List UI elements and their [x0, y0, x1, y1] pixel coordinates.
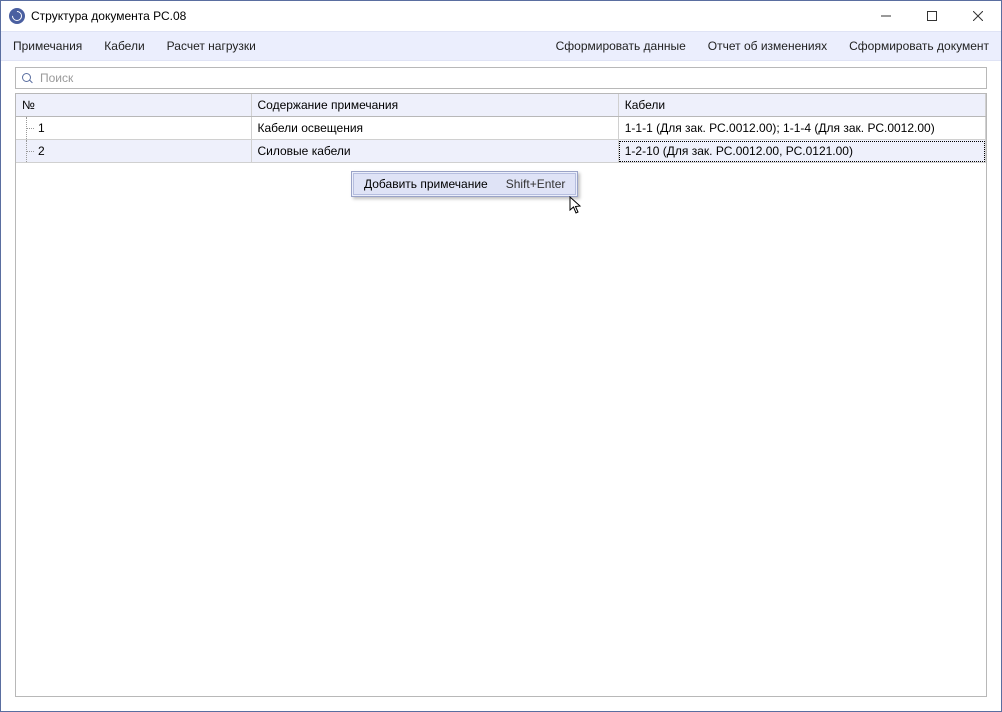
notes-table: № Содержание примечания Кабели 1 Кабели … [16, 94, 986, 163]
cell-content[interactable]: Силовые кабели [251, 140, 618, 163]
cell-num[interactable]: 1 [16, 117, 251, 140]
menu-add-note-label: Добавить примечание [364, 177, 488, 191]
form-data-button[interactable]: Сформировать данные [548, 32, 694, 60]
minimize-icon [881, 11, 891, 21]
window-controls [863, 1, 1001, 31]
tab-load-calc[interactable]: Расчет нагрузки [159, 32, 264, 60]
col-header-cables[interactable]: Кабели [618, 94, 985, 117]
app-window: Структура документа РС.08 Примечания Каб… [0, 0, 1002, 712]
titlebar: Структура документа РС.08 [1, 1, 1001, 31]
table-row[interactable]: 1 Кабели освещения 1-1-1 (Для зак. РС.00… [16, 117, 986, 140]
col-header-content[interactable]: Содержание примечания [251, 94, 618, 117]
tab-cables[interactable]: Кабели [96, 32, 152, 60]
cell-num[interactable]: 2 [16, 140, 251, 163]
menu-add-note[interactable]: Добавить примечание Shift+Enter [353, 173, 576, 195]
table-row[interactable]: 2 Силовые кабели 1-2-10 (Для зак. РС.001… [16, 140, 986, 163]
close-button[interactable] [955, 1, 1001, 31]
search-input[interactable] [38, 70, 982, 86]
cell-cables[interactable]: 1-1-1 (Для зак. РС.0012.00); 1-1-4 (Для … [618, 117, 985, 140]
maximize-button[interactable] [909, 1, 955, 31]
context-menu: Добавить примечание Shift+Enter [351, 171, 578, 197]
window-title: Структура документа РС.08 [31, 9, 186, 23]
change-report-button[interactable]: Отчет об изменениях [700, 32, 835, 60]
cell-cables[interactable]: 1-2-10 (Для зак. РС.0012.00, РС.0121.00) [618, 140, 985, 163]
table-header-row: № Содержание примечания Кабели [16, 94, 986, 117]
form-doc-button[interactable]: Сформировать документ [841, 32, 997, 60]
close-icon [973, 11, 983, 21]
maximize-icon [927, 11, 937, 21]
col-header-num[interactable]: № [16, 94, 251, 117]
menu-add-note-shortcut: Shift+Enter [506, 177, 566, 191]
search-field-wrap[interactable] [15, 67, 987, 89]
search-icon [20, 71, 34, 85]
content-area: № Содержание примечания Кабели 1 Кабели … [1, 61, 1001, 711]
minimize-button[interactable] [863, 1, 909, 31]
tab-notes[interactable]: Примечания [5, 32, 90, 60]
toolbar: Примечания Кабели Расчет нагрузки Сформи… [1, 31, 1001, 61]
app-icon [9, 8, 25, 24]
cell-content[interactable]: Кабели освещения [251, 117, 618, 140]
